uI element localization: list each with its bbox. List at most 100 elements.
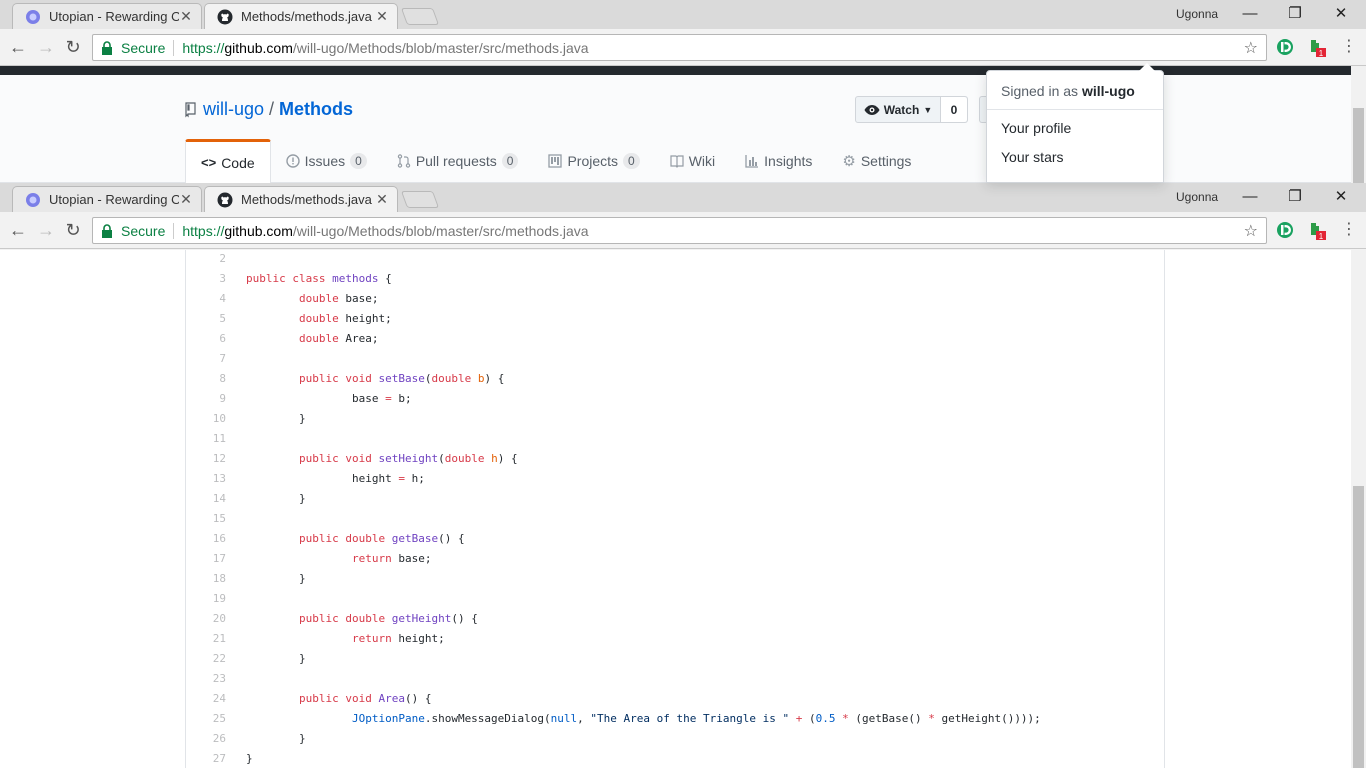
restore-button[interactable]: ❐ bbox=[1285, 187, 1305, 207]
reload-icon[interactable]: ↻ bbox=[63, 37, 83, 57]
tab-pull-requests[interactable]: Pull requests 0 bbox=[382, 139, 534, 183]
extension-d-icon[interactable] bbox=[1275, 37, 1295, 57]
line-code: } bbox=[246, 572, 306, 585]
close-window-button[interactable]: ✕ bbox=[1331, 4, 1351, 24]
forward-arrow-icon[interactable]: → bbox=[36, 37, 56, 57]
line-number[interactable]: 26 bbox=[186, 729, 226, 749]
close-window-button[interactable]: ✕ bbox=[1331, 187, 1351, 207]
restore-button[interactable]: ❐ bbox=[1285, 4, 1305, 24]
address-bar[interactable]: Secure https://github.com/will-ugo/Metho… bbox=[92, 217, 1267, 244]
chrome-menu-icon[interactable]: ⋮ bbox=[1339, 220, 1359, 240]
tab-label: Settings bbox=[860, 153, 912, 169]
tab-issues[interactable]: Issues 0 bbox=[271, 139, 382, 183]
gear-icon: ⚙ bbox=[842, 153, 856, 170]
repo-owner-link[interactable]: will-ugo bbox=[203, 99, 264, 120]
line-code: } bbox=[246, 732, 306, 745]
line-number[interactable]: 16 bbox=[186, 529, 226, 549]
line-number[interactable]: 17 bbox=[186, 549, 226, 569]
line-number[interactable]: 24 bbox=[186, 689, 226, 709]
tab-settings[interactable]: ⚙ Settings bbox=[827, 139, 926, 183]
line-number[interactable]: 23 bbox=[186, 669, 226, 689]
profile-name[interactable]: Ugonna bbox=[1176, 7, 1218, 21]
line-number[interactable]: 15 bbox=[186, 509, 226, 529]
tab-title: Utopian - Rewarding Op bbox=[49, 192, 179, 207]
top-scrollbar-thumb[interactable] bbox=[1353, 108, 1364, 183]
back-arrow-icon[interactable]: ← bbox=[8, 37, 28, 57]
tab-close-icon[interactable]: ✕ bbox=[179, 191, 193, 208]
extension-puzzle-icon[interactable]: 1 bbox=[1307, 220, 1327, 240]
bookmark-star-icon[interactable]: ☆ bbox=[1244, 221, 1258, 241]
line-number[interactable]: 19 bbox=[186, 589, 226, 609]
line-code: return base; bbox=[351, 552, 432, 565]
line-number[interactable]: 18 bbox=[186, 569, 226, 589]
tab-strip: Utopian - Rewarding Op ✕ Methods/methods… bbox=[0, 183, 1366, 212]
menu-item-your-stars[interactable]: Your stars bbox=[987, 143, 1163, 172]
repo-name-link[interactable]: Methods bbox=[279, 99, 353, 120]
tab-insights[interactable]: Insights bbox=[730, 139, 827, 183]
line-code: double Area; bbox=[298, 332, 379, 345]
reload-icon[interactable]: ↻ bbox=[63, 220, 83, 240]
back-arrow-icon[interactable]: ← bbox=[8, 220, 28, 240]
address-bar[interactable]: Secure https://github.com/will-ugo/Metho… bbox=[92, 34, 1267, 61]
url-host: github.com bbox=[224, 222, 293, 239]
line-number[interactable]: 27 bbox=[186, 749, 226, 768]
chrome-menu-icon[interactable]: ⋮ bbox=[1339, 37, 1359, 57]
code-icon: <> bbox=[201, 155, 217, 170]
project-icon bbox=[548, 154, 563, 168]
caret-down-icon: ▼ bbox=[923, 104, 933, 115]
url-scheme: https:// bbox=[182, 39, 225, 56]
line-number[interactable]: 10 bbox=[186, 409, 226, 429]
line-number[interactable]: 7 bbox=[186, 349, 226, 369]
tab-utopian[interactable]: Utopian - Rewarding Op ✕ bbox=[12, 186, 202, 212]
tab-github[interactable]: Methods/methods.java a ✕ bbox=[204, 186, 398, 212]
line-number[interactable]: 4 bbox=[186, 289, 226, 309]
repo-icon bbox=[185, 101, 196, 117]
user-dropdown-menu: Signed in as will-ugo Your profile Your … bbox=[986, 63, 1164, 183]
line-code: double base; bbox=[298, 292, 379, 305]
extension-d-icon[interactable] bbox=[1275, 220, 1295, 240]
issues-count: 0 bbox=[350, 153, 367, 169]
line-number[interactable]: 9 bbox=[186, 389, 226, 409]
line-number[interactable]: 3 bbox=[186, 269, 226, 289]
minimize-button[interactable]: — bbox=[1240, 4, 1260, 24]
watch-label-area[interactable]: Watch ▼ bbox=[856, 97, 941, 122]
line-code: base = b; bbox=[246, 392, 412, 405]
url-path: /will-ugo/Methods/blob/master/src/method… bbox=[292, 222, 589, 239]
forward-arrow-icon[interactable]: → bbox=[36, 220, 56, 240]
line-code: public class methods { bbox=[246, 272, 392, 285]
tab-close-icon[interactable]: ✕ bbox=[375, 191, 389, 208]
line-number[interactable]: 12 bbox=[186, 449, 226, 469]
line-number[interactable]: 21 bbox=[186, 629, 226, 649]
line-number[interactable]: 11 bbox=[186, 429, 226, 449]
new-tab-button[interactable] bbox=[400, 8, 440, 25]
tab-projects[interactable]: Projects 0 bbox=[533, 139, 654, 183]
bottom-scrollbar-thumb[interactable] bbox=[1353, 486, 1364, 768]
tab-code[interactable]: <> Code bbox=[185, 139, 271, 183]
watch-count[interactable]: 0 bbox=[941, 97, 967, 122]
minimize-button[interactable]: — bbox=[1240, 187, 1260, 207]
tab-close-icon[interactable]: ✕ bbox=[179, 8, 193, 25]
line-number[interactable]: 14 bbox=[186, 489, 226, 509]
line-code: } bbox=[246, 412, 306, 425]
line-code: double height; bbox=[298, 312, 392, 325]
line-number[interactable]: 20 bbox=[186, 609, 226, 629]
bookmark-star-icon[interactable]: ☆ bbox=[1244, 38, 1258, 58]
line-number[interactable]: 13 bbox=[186, 469, 226, 489]
tab-close-icon[interactable]: ✕ bbox=[375, 8, 389, 25]
profile-name[interactable]: Ugonna bbox=[1176, 190, 1218, 204]
line-number[interactable]: 8 bbox=[186, 369, 226, 389]
menu-item-your-profile[interactable]: Your profile bbox=[987, 114, 1163, 143]
line-number[interactable]: 22 bbox=[186, 649, 226, 669]
tab-github[interactable]: Methods/methods.java a ✕ bbox=[204, 3, 398, 29]
tab-utopian[interactable]: Utopian - Rewarding Op ✕ bbox=[12, 3, 202, 29]
signed-in-username: will-ugo bbox=[1081, 83, 1135, 99]
tab-wiki[interactable]: Wiki bbox=[655, 139, 730, 183]
line-number[interactable]: 5 bbox=[186, 309, 226, 329]
line-number[interactable]: 25 bbox=[186, 709, 226, 729]
line-number[interactable]: 6 bbox=[186, 329, 226, 349]
watch-button[interactable]: Watch ▼ 0 bbox=[855, 96, 968, 123]
extension-puzzle-icon[interactable]: 1 bbox=[1307, 37, 1327, 57]
line-number[interactable]: 2 bbox=[186, 250, 226, 269]
repo-nav: <> Code Issues 0 Pull requests 0 Project… bbox=[185, 139, 926, 183]
new-tab-button[interactable] bbox=[400, 191, 440, 208]
